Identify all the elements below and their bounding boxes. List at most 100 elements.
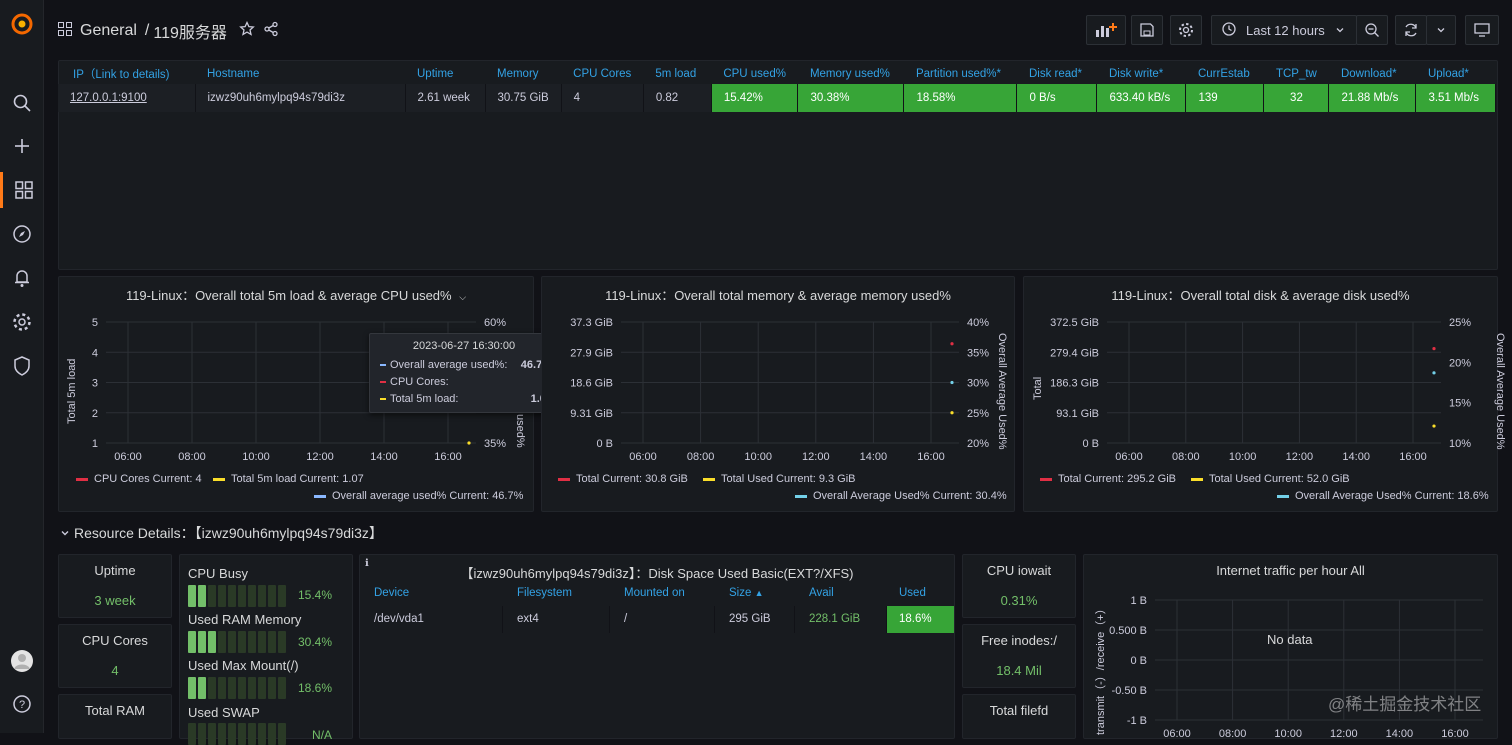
star-icon[interactable] (239, 20, 255, 42)
y-right-tick-label: 35% (967, 347, 989, 359)
table-cell: 0 B/s (1016, 84, 1098, 112)
tooltip-row: Total 5m load: 1.07 (380, 393, 552, 405)
column-header[interactable]: Mounted on (610, 587, 715, 605)
table-cell: 21.88 Mb/s (1328, 84, 1417, 112)
dashboards-icon[interactable] (0, 172, 44, 208)
ip-link-text[interactable]: 127.0.0.1:9100 (70, 92, 147, 104)
x-tick-label: 08:00 (1172, 451, 1200, 463)
legend-item[interactable]: Total Used Current: 52.0 GiB (1191, 473, 1350, 485)
gauge-segment (208, 585, 216, 607)
sidebar: ? (0, 0, 44, 733)
bar-gauge-panel: CPU Busy 15.4% Used RAM Memory 30.4% Use… (179, 554, 353, 745)
column-header[interactable]: Upload* (1416, 64, 1496, 84)
table-cell: 228.1 GiB (795, 606, 887, 633)
legend-item[interactable]: Total Current: 295.2 GiB (1040, 473, 1176, 485)
gauge-segment (228, 677, 236, 699)
gauge-segment (278, 585, 286, 607)
column-header[interactable]: Size ▲ (715, 587, 795, 605)
legend-item[interactable]: Overall Average Used% Current: 18.6% (1277, 490, 1489, 502)
series-point (950, 411, 954, 415)
column-header[interactable]: Download* (1329, 64, 1416, 84)
legend-item[interactable]: Total 5m load Current: 1.07 (213, 473, 364, 485)
column-header[interactable]: CPU used% (711, 64, 798, 84)
refresh-button[interactable] (1395, 15, 1427, 45)
ram-bar-gauge (188, 631, 286, 653)
table-cell: 30.38% (797, 84, 905, 112)
legend-item[interactable]: Total Current: 30.8 GiB (558, 473, 688, 485)
dashboard-settings-button[interactable] (1170, 15, 1202, 45)
gauge-segment (228, 585, 236, 607)
column-header[interactable]: Uptime (405, 64, 485, 84)
column-header[interactable]: CPU Cores (561, 64, 643, 84)
column-header[interactable]: Partition used%* (904, 64, 1017, 84)
panel-title[interactable]: 【izwz90uh6mylpq94s79di3z】：Disk Space Use… (360, 563, 954, 582)
zoom-out-button[interactable] (1356, 15, 1388, 45)
help-icon[interactable]: ? (0, 686, 44, 722)
column-header[interactable]: 5m load (643, 64, 711, 84)
user-avatar[interactable] (0, 643, 44, 679)
table-cell: 15.42% (711, 84, 799, 112)
refresh-interval-dropdown[interactable] (1426, 15, 1456, 45)
gauge-segment (198, 723, 206, 745)
x-tick-label: 08:00 (1219, 728, 1247, 739)
tooltip-row: CPU Cores: 4 (380, 376, 552, 388)
plus-icon[interactable] (0, 128, 44, 164)
x-tick-label: 12:00 (1286, 451, 1314, 463)
gauge-segment (268, 723, 276, 745)
column-header[interactable]: Memory (485, 64, 561, 84)
y-right-tick-label: 10% (1449, 438, 1471, 450)
configuration-gear-icon[interactable] (0, 304, 44, 340)
gauge-value: 30.4% (297, 635, 332, 649)
explore-compass-icon[interactable] (0, 216, 44, 252)
gauge-value: 18.6% (297, 681, 332, 695)
column-header[interactable]: IP（Link to details) (58, 64, 195, 84)
ip-link[interactable]: 127.0.0.1:9100 (58, 84, 196, 112)
gauge-segment (268, 585, 276, 607)
gauge-segment (228, 631, 236, 653)
column-header-label: Size (729, 587, 752, 599)
chart-tooltip: 2023-06-27 16:30:00 Overall average used… (369, 333, 559, 413)
table-row: /dev/vda1 ext4 / 295 GiB 228.1 GiB 18.6% (360, 606, 956, 633)
grafana-logo-icon[interactable] (0, 6, 44, 42)
row-header[interactable]: Resource Details：【izwz90uh6mylpq94s79di3… (60, 523, 383, 543)
legend-label: Overall average used% Current: 46.7% (332, 490, 524, 502)
column-header[interactable]: CurrEstab (1186, 64, 1264, 84)
x-tick-label: 16:00 (434, 451, 462, 463)
gauge-segment (198, 585, 206, 607)
tooltip-swatch (380, 364, 386, 367)
server-admin-shield-icon[interactable] (0, 348, 44, 384)
alerting-bell-icon[interactable] (0, 260, 44, 296)
row-title: Resource Details：【izwz90uh6mylpq94s79di3… (74, 525, 383, 541)
tv-mode-button[interactable] (1465, 15, 1499, 45)
search-icon[interactable] (0, 85, 44, 121)
column-header[interactable]: Used (887, 587, 955, 605)
legend-item[interactable]: CPU Cores Current: 4 (76, 473, 202, 485)
series-point (467, 441, 471, 445)
dashboard-title[interactable]: 119服务器 (153, 19, 227, 43)
legend-item[interactable]: Overall average used% Current: 46.7% (314, 490, 523, 502)
share-icon[interactable] (263, 21, 279, 42)
table-cell: 18.6% (887, 606, 954, 633)
column-header[interactable]: TCP_tw (1264, 64, 1329, 84)
column-header[interactable]: Avail (795, 587, 887, 605)
legend-swatch (1191, 477, 1203, 481)
stat-value: 18.4 Mil (996, 663, 1042, 678)
legend-item[interactable]: Overall Average Used% Current: 30.4% (795, 490, 1007, 502)
breadcrumb-folder[interactable]: General (80, 22, 137, 40)
gauge-segment (218, 585, 226, 607)
column-header[interactable]: Disk write* (1097, 64, 1186, 84)
clock-icon (1222, 21, 1236, 39)
add-panel-button[interactable] (1086, 15, 1126, 45)
time-range-picker[interactable]: Last 12 hours (1211, 15, 1357, 45)
legend-item[interactable]: Total Used Current: 9.3 GiB (703, 473, 856, 485)
gauge-segment (208, 631, 216, 653)
column-header[interactable]: Hostname (195, 64, 405, 84)
column-header[interactable]: Disk read* (1017, 64, 1097, 84)
column-header[interactable]: Device (360, 587, 503, 605)
table-cell: 4 (561, 84, 644, 112)
column-header[interactable]: Memory used% (798, 64, 904, 84)
legend-label: Total Current: 30.8 GiB (576, 473, 688, 485)
save-dashboard-button[interactable] (1131, 15, 1163, 45)
uptime-stat: Uptime 3 week (58, 554, 172, 618)
column-header[interactable]: Filesystem (503, 587, 610, 605)
